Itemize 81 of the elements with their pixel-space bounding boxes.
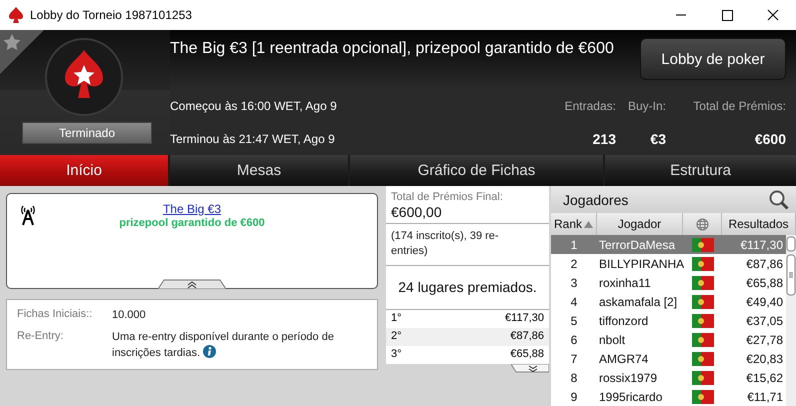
flag-icon <box>692 314 714 328</box>
rank-cell-text: 9 <box>570 388 578 406</box>
rank-cell-text: 8 <box>570 370 578 386</box>
stat-value: 213 <box>592 130 617 147</box>
tab[interactable]: Início <box>0 155 168 186</box>
stat-label: Total de Prémios: <box>692 99 787 114</box>
rank-cell: 1 <box>551 235 597 254</box>
stat-value: €600 <box>754 130 787 147</box>
rank-cell-text: 7 <box>570 350 578 368</box>
detail-value: Uma re-entry disponível durante o período de inscrições tardias. <box>112 330 335 361</box>
result-cell-text: €11,71 <box>746 388 784 406</box>
flag-icon <box>692 352 714 366</box>
players-title: Jogadores <box>563 192 630 208</box>
lobby-button[interactable]: Lobby de poker <box>640 38 786 80</box>
prize-total: €600,00 <box>386 203 549 224</box>
tab[interactable]: Mesas <box>170 155 348 186</box>
flag-icon <box>692 370 714 384</box>
prize-label: Total de Prémios Final: <box>390 190 504 203</box>
player-name[interactable]: askamafala [2] <box>597 292 683 311</box>
prize-amount: €65,88 <box>510 348 544 362</box>
scrollbar[interactable] <box>786 235 796 406</box>
info-icon[interactable] <box>203 345 216 358</box>
window-title: Lobby do Torneio 1987101253 <box>30 8 192 22</box>
player-name[interactable]: BILLYPIRANHA <box>597 254 683 273</box>
result-cell-text: €37,05 <box>745 312 784 330</box>
prize-place: 2° <box>391 330 402 344</box>
player-name[interactable]: TerrorDaMesa <box>597 235 683 254</box>
prize-amount: €87,86 <box>510 330 544 344</box>
player-name[interactable]: 1995ricardo <box>597 387 683 406</box>
sort-arrow-icon <box>584 220 593 228</box>
rank-cell-text: 3 <box>570 274 578 292</box>
result-cell-text: €49,40 <box>745 294 784 310</box>
result-cell-text: €27,78 <box>745 332 784 348</box>
poker-logo-icon <box>45 38 123 116</box>
flag-icon <box>692 390 714 404</box>
tab[interactable]: Estrutura <box>605 155 796 186</box>
search-icon[interactable] <box>768 188 790 210</box>
result-cell-text: €65,88 <box>745 274 784 292</box>
globe-icon[interactable] <box>696 218 708 230</box>
column-header[interactable]: Rank <box>551 213 597 235</box>
result-cell-text: €15,62 <box>745 370 784 386</box>
news-link[interactable]: The Big €3 <box>162 202 222 216</box>
prize-place: 1° <box>391 312 402 326</box>
detail-label: Re-Entry: <box>17 330 64 344</box>
news-subtitle: prizepool garantido de €600 <box>119 217 265 229</box>
start-time: Começou às 16:00 WET, Ago 9 <box>170 99 338 114</box>
detail-label: Fichas Iniciais:: <box>17 308 94 322</box>
prize-place: 3° <box>391 348 402 362</box>
column-header[interactable]: Jogador <box>597 213 683 235</box>
stat-label: Buy-In: <box>626 99 667 114</box>
rank-cell-text: 2 <box>570 256 578 272</box>
tournament-title: The Big €3 [1 reentrada opcional], prizepool garantido de €600 <box>170 39 615 59</box>
player-name[interactable]: rossix1979 <box>597 368 683 387</box>
flag-icon <box>692 294 714 308</box>
flag-icon <box>692 238 714 252</box>
flag-icon <box>692 256 714 270</box>
player-name[interactable]: roxinha11 <box>597 273 683 292</box>
result-cell-text: €20,83 <box>745 350 784 368</box>
favorite-star-icon[interactable] <box>0 30 44 74</box>
result-cell: €117,30 <box>722 235 786 254</box>
result-cell-text: €87,86 <box>745 256 784 272</box>
player-name[interactable]: nbolt <box>597 330 683 349</box>
entrants-text: (174 inscrito(s), 39 re-entries) <box>386 224 549 266</box>
column-header[interactable]: Resultados <box>722 213 796 235</box>
detail-value: 10.000 <box>112 308 147 323</box>
stat-label: Entradas: <box>564 99 617 114</box>
rank-cell-text: 6 <box>570 332 578 348</box>
spade-icon <box>8 6 24 24</box>
prize-amount: €117,30 <box>505 312 544 326</box>
status-ribbon: Terminado <box>22 122 152 144</box>
flag-icon <box>692 276 714 290</box>
flag-icon <box>692 332 714 346</box>
collapse-tab[interactable] <box>158 279 226 289</box>
expand-tab[interactable] <box>511 364 549 373</box>
rank-cell-text: 5 <box>570 312 578 330</box>
tab[interactable]: Gráfico de Fichas <box>350 155 603 186</box>
rank-cell-text: 4 <box>570 294 578 310</box>
end-time: Terminou às 21:47 WET, Ago 9 <box>170 132 336 146</box>
player-name[interactable]: tiffonzord <box>597 311 683 330</box>
player-name[interactable]: AMGR74 <box>597 349 683 368</box>
stat-value: €3 <box>649 130 667 147</box>
